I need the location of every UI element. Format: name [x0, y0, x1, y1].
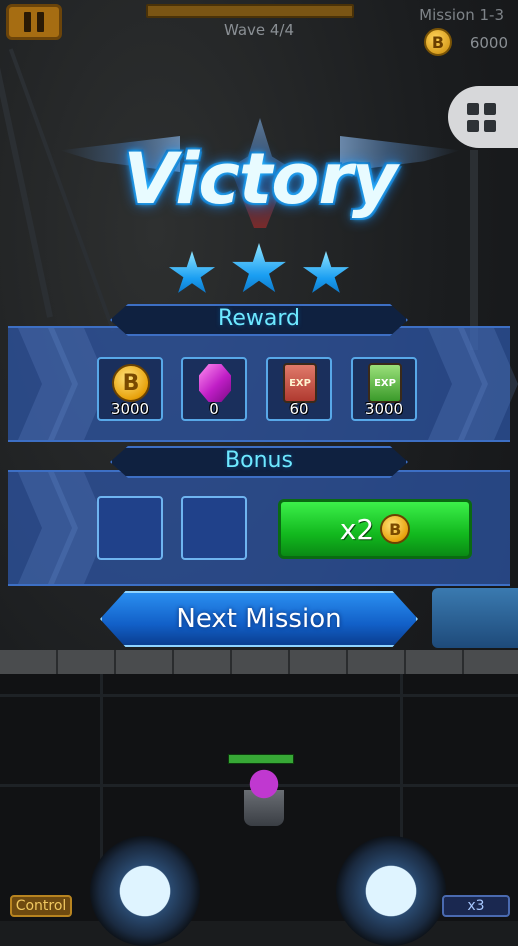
grid-icon [466, 102, 479, 115]
reward-item-gems: 0 [181, 357, 247, 421]
floor-platform [0, 650, 518, 674]
star-icon [232, 243, 286, 293]
speed-button[interactable]: x3 [442, 895, 510, 917]
star-icon [168, 251, 216, 293]
star-icon [302, 251, 350, 293]
reward-item-exp-red: EXP 60 [266, 357, 332, 421]
reward-title: Reward [218, 306, 300, 331]
background-machine [432, 588, 518, 648]
bonus-slot [181, 496, 247, 560]
bonus-slot [97, 496, 163, 560]
reward-panel [8, 326, 518, 442]
coin-icon: B [380, 514, 411, 544]
exp-scroll-green-icon: EXP [368, 363, 402, 403]
player-health-bar [228, 754, 294, 764]
hud-coin-count: 6000 [469, 34, 508, 52]
next-mission-label: Next Mission [176, 604, 342, 634]
exp-scroll-red-icon: EXP [283, 363, 317, 403]
player-character [244, 766, 284, 826]
mission-label: Mission 1-3 [419, 6, 504, 24]
gem-icon [199, 364, 231, 402]
bonus-title: Bonus [225, 448, 293, 473]
double-reward-button[interactable]: x2 B [278, 499, 472, 559]
reward-item-exp-green: EXP 3000 [351, 357, 417, 421]
control-button[interactable]: Control [10, 895, 72, 917]
wave-progress-bar [146, 4, 354, 18]
next-mission-button[interactable]: Next Mission [100, 591, 418, 647]
reward-item-coins: B 3000 [97, 357, 163, 421]
right-joystick[interactable] [336, 836, 446, 946]
left-joystick[interactable] [90, 836, 200, 946]
double-reward-label: x2 [339, 512, 375, 546]
coin-icon: B [112, 364, 150, 402]
victory-banner: Victory [60, 118, 460, 238]
star-rating [168, 243, 350, 299]
victory-title: Victory [123, 138, 397, 220]
hud-coin-icon: B [424, 28, 452, 56]
